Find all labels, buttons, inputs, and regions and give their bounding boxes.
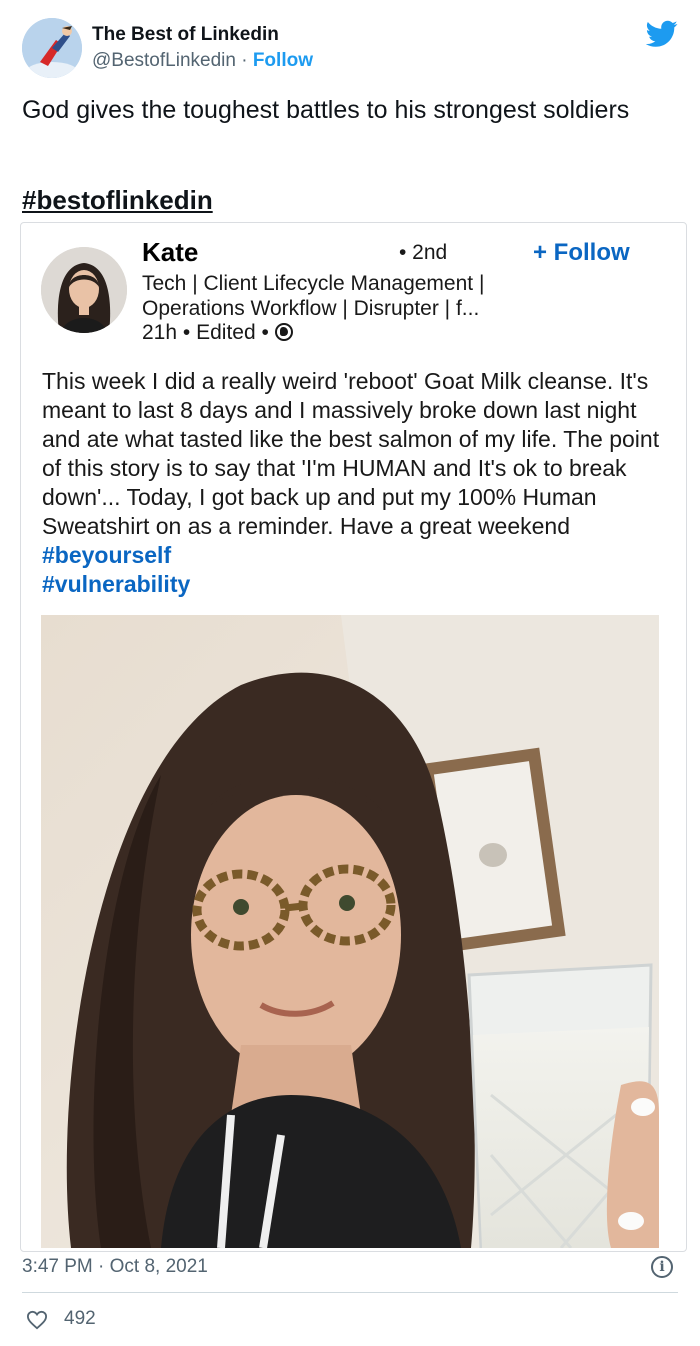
account-handle-line: @BestofLinkedin · Follow [92, 50, 313, 72]
follow-button[interactable]: Follow [253, 50, 313, 71]
like-count: 492 [64, 1308, 96, 1329]
meta-dot: • [182, 321, 191, 344]
post-edited: Edited [196, 321, 256, 344]
divider [22, 1292, 678, 1293]
post-hashtag-link[interactable]: #beyourself [42, 542, 171, 568]
tweet-timestamp[interactable]: 3:47 PM · Oct 8, 2021 [22, 1256, 208, 1278]
post-time: 21h [142, 321, 178, 344]
tweet-card: The Best of Linkedin @BestofLinkedin · F… [0, 0, 700, 1346]
author-headline: Tech | Client Lifecycle Management | Ope… [142, 272, 485, 320]
author-avatar[interactable] [41, 247, 127, 333]
account-avatar[interactable] [22, 18, 82, 78]
author-name[interactable]: Kate [142, 237, 198, 268]
post-photo[interactable] [41, 615, 659, 1248]
post-meta: 21h • Edited • [142, 321, 293, 345]
twitter-bird-icon[interactable] [646, 20, 678, 48]
post-body: This week I did a really weird 'reboot' … [42, 367, 672, 599]
author-photo [41, 247, 127, 333]
globe-icon [274, 323, 293, 341]
connection-degree: • 2nd [399, 241, 448, 264]
account-handle[interactable]: @BestofLinkedin [92, 50, 236, 71]
tweet-hashtag-link[interactable]: #bestoflinkedin [22, 185, 213, 216]
embedded-linkedin-post: Kate • 2nd + Follow Tech | Client Lifecy… [20, 222, 687, 1252]
meta-dot: • [261, 321, 269, 344]
tweet-text: God gives the toughest battles to his st… [22, 96, 630, 124]
superhero-avatar-icon [22, 18, 82, 78]
info-icon[interactable]: i [651, 1256, 673, 1278]
heart-icon[interactable] [26, 1310, 48, 1330]
post-hashtag-link[interactable]: #vulnerability [42, 571, 190, 597]
separator-dot: · [241, 50, 248, 71]
linkedin-follow-button[interactable]: + Follow [533, 239, 630, 267]
account-name[interactable]: The Best of Linkedin [92, 24, 279, 46]
post-body-text: This week I did a really weird 'reboot' … [42, 368, 660, 539]
selfie-image [41, 615, 659, 1248]
